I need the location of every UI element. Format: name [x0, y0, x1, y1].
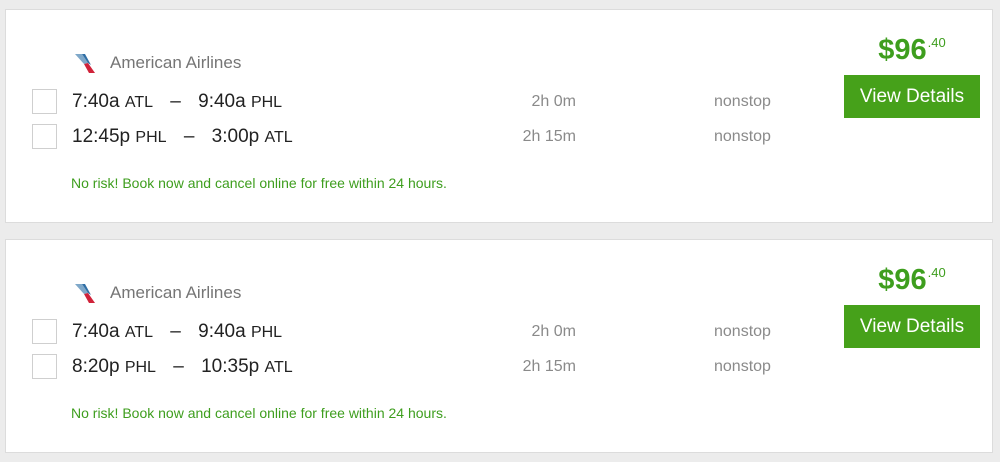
leg-stops: nonstop: [714, 128, 771, 145]
arrive-time: 3:00p: [211, 126, 260, 147]
price-cents: .40: [927, 35, 946, 50]
airline-name: American Airlines: [110, 53, 242, 72]
price: $96.40: [844, 264, 980, 297]
depart-time: 7:40a: [72, 91, 120, 112]
arrive-time: 9:40a: [198, 91, 246, 112]
depart-airport-code: PHL: [135, 129, 167, 146]
depart-time: 7:40a: [72, 321, 120, 342]
arrive-airport-code: ATL: [264, 359, 293, 376]
flight-leg-return: 8:20p PHL – 10:35p ATL 2h 15m nonstop: [32, 353, 792, 383]
leg-stops: nonstop: [714, 323, 771, 340]
time-separator: –: [183, 126, 195, 147]
leg-stops: nonstop: [714, 93, 771, 110]
price-dollars: $96: [878, 264, 927, 296]
view-details-button[interactable]: View Details: [844, 75, 980, 118]
arrive-airport-code: PHL: [250, 324, 283, 341]
leg-times: 8:20p PHL – 10:35p ATL: [72, 356, 293, 378]
time-separator: –: [173, 356, 184, 377]
depart-airport-code: PHL: [124, 359, 156, 376]
airline-header: American Airlines: [72, 280, 241, 306]
leg-times: 7:40a ATL – 9:40a PHL: [72, 91, 282, 113]
arrive-time: 10:35p: [201, 356, 260, 377]
leg-select-checkbox[interactable]: [32, 124, 57, 149]
leg-duration: 2h 0m: [531, 93, 576, 110]
price-cents: .40: [927, 265, 946, 280]
depart-time: 8:20p: [72, 356, 120, 377]
airline-header: American Airlines: [72, 50, 241, 76]
arrive-time: 9:40a: [198, 321, 246, 342]
american-airlines-logo-icon: [75, 54, 95, 73]
leg-stops: nonstop: [714, 358, 771, 375]
leg-duration: 2h 15m: [522, 358, 576, 375]
price-dollars: $96: [878, 34, 927, 66]
depart-time: 12:45p: [72, 126, 131, 147]
time-separator: –: [170, 91, 181, 112]
depart-airport-code: ATL: [124, 94, 153, 111]
leg-duration: 2h 15m: [522, 128, 576, 145]
airline-name: American Airlines: [110, 283, 242, 302]
leg-select-checkbox[interactable]: [32, 89, 57, 114]
flight-leg-outbound: 7:40a ATL – 9:40a PHL 2h 0m nonstop: [32, 88, 792, 118]
flight-result-card: American Airlines 7:40a ATL – 9:40a PHL …: [5, 9, 993, 223]
arrive-airport-code: PHL: [250, 94, 283, 111]
leg-times: 7:40a ATL – 9:40a PHL: [72, 321, 282, 343]
leg-duration: 2h 0m: [531, 323, 576, 340]
leg-times: 12:45p PHL – 3:00p ATL: [72, 126, 293, 148]
arrive-airport-code: ATL: [264, 129, 293, 146]
leg-select-checkbox[interactable]: [32, 319, 57, 344]
depart-airport-code: ATL: [124, 324, 153, 341]
american-airlines-logo-icon: [75, 284, 95, 303]
flight-leg-return: 12:45p PHL – 3:00p ATL 2h 15m nonstop: [32, 123, 792, 153]
leg-select-checkbox[interactable]: [32, 354, 57, 379]
flight-results-list: American Airlines 7:40a ATL – 9:40a PHL …: [0, 0, 1000, 462]
flight-result-card: American Airlines 7:40a ATL – 9:40a PHL …: [5, 239, 993, 453]
free-cancellation-note: No risk! Book now and cancel online for …: [71, 405, 447, 421]
price: $96.40: [844, 34, 980, 67]
time-separator: –: [170, 321, 181, 342]
view-details-button[interactable]: View Details: [844, 305, 980, 348]
free-cancellation-note: No risk! Book now and cancel online for …: [71, 175, 447, 191]
flight-leg-outbound: 7:40a ATL – 9:40a PHL 2h 0m nonstop: [32, 318, 792, 348]
